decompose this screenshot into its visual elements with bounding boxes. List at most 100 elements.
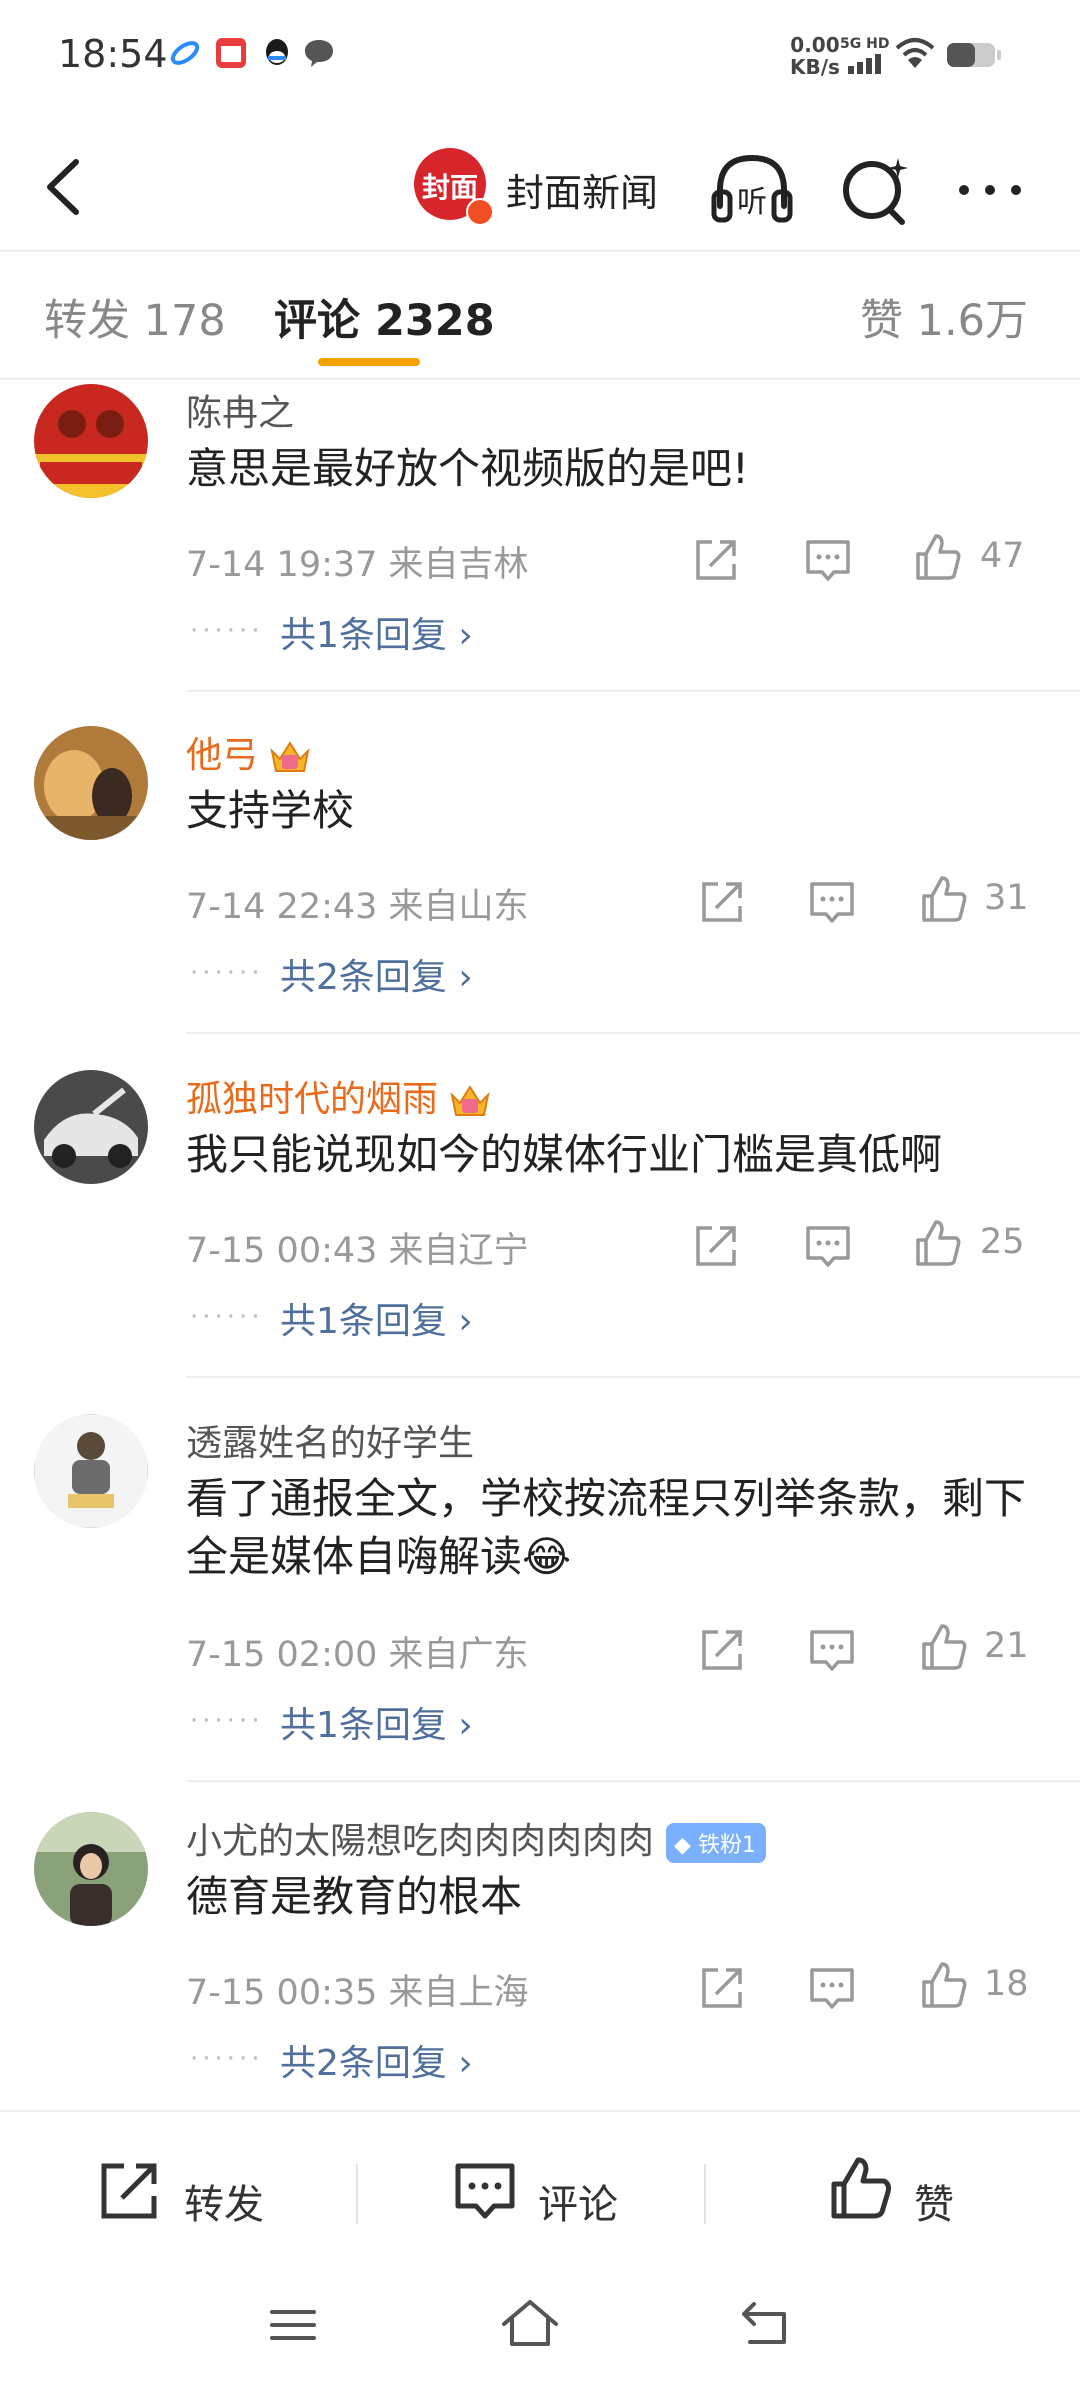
commenter-name-row: 他弓 [186, 726, 312, 778]
commenter-name[interactable]: 他弓 [186, 735, 258, 776]
browser-app-icon [170, 41, 200, 65]
divider [186, 1376, 1080, 1378]
divider [186, 1780, 1080, 1782]
menu-icon[interactable] [268, 2300, 318, 2350]
bottom-action-bar: 转发 评论 赞 [0, 2110, 1080, 2282]
fan-badge: ◆ 铁粉1 [666, 1823, 766, 1863]
comment-meta: 7-15 00:43 来自辽宁 [186, 1231, 529, 1271]
reply-dots: ······ [190, 1706, 264, 1736]
tab-likes[interactable]: 赞 1.6万 [860, 286, 1028, 348]
system-nav-bar [0, 2280, 1080, 2400]
like-icon[interactable] [918, 1622, 970, 1674]
wifi-icon [895, 38, 935, 68]
view-replies-link[interactable]: 共1条回复 › [280, 1696, 473, 1748]
account-name[interactable]: 封面新闻 [506, 162, 658, 217]
divider [186, 690, 1080, 692]
back-icon[interactable] [32, 152, 102, 222]
home-icon[interactable] [500, 2296, 560, 2352]
comment-button[interactable]: 评论 [450, 2152, 650, 2232]
network-speed: 0.00 KB/s [790, 34, 840, 78]
vip-crown-icon [270, 741, 310, 772]
avatar[interactable] [34, 1070, 148, 1184]
like-icon[interactable] [918, 874, 970, 926]
like-icon [831, 2157, 891, 2219]
network-type: 5G HD [840, 36, 890, 52]
repost-button[interactable]: 转发 [94, 2152, 294, 2232]
commenter-name[interactable]: 透露姓名的好学生 [186, 1414, 474, 1466]
comment-icon[interactable] [806, 1624, 858, 1676]
tab-comments[interactable]: 评论 2328 [274, 286, 495, 348]
repost-label: 转发 [184, 2182, 264, 2228]
like-count: 31 [984, 878, 1029, 918]
view-replies-link[interactable]: 共2条回复 › [280, 948, 473, 1000]
more-icon[interactable] [950, 160, 1030, 220]
like-count: 18 [984, 1964, 1029, 2004]
avatar[interactable] [34, 384, 148, 498]
share-icon[interactable] [696, 1962, 748, 2014]
comment-label: 评论 [538, 2182, 618, 2228]
avatar[interactable] [34, 726, 148, 840]
divider [186, 1032, 1080, 1034]
comment-icon[interactable] [806, 1962, 858, 2014]
comment-icon[interactable] [802, 1220, 854, 1272]
reply-dots: ······ [190, 2044, 264, 2074]
qq-app-icon [266, 39, 288, 65]
separator [356, 2164, 358, 2224]
comment-item: 孤独时代的烟雨 我只能说现如今的媒体行业门槛是真低啊 7-15 00:43 来自… [0, 1070, 1080, 1380]
message-app-icon [305, 40, 333, 67]
share-icon[interactable] [690, 1220, 742, 1272]
view-replies-link[interactable]: 共2条回复 › [280, 2034, 473, 2086]
comment-item: 陈冉之 意思是最好放个视频版的是吧! 7-14 19:37 来自吉林 47 ··… [0, 384, 1080, 694]
comment-text: 看了通报全文，学校按流程只列举条款，剩下全是媒体自嗨解读😂 [186, 1474, 1027, 1581]
share-icon[interactable] [690, 534, 742, 586]
battery-icon [947, 43, 1001, 67]
tab-repost[interactable]: 转发 178 [44, 286, 226, 348]
avatar[interactable] [34, 1812, 148, 1926]
comment-icon [455, 2163, 515, 2219]
calendar-app-icon [216, 38, 246, 68]
reply-dots: ······ [190, 958, 264, 988]
like-count: 25 [980, 1222, 1025, 1262]
commenter-name[interactable]: 陈冉之 [186, 384, 294, 436]
net-speed-value: 0.00 [790, 33, 840, 57]
comment-item: 透露姓名的好学生 看了通报全文，学校按流程只列举条款，剩下全是媒体自嗨解读😂 7… [0, 1414, 1080, 1784]
like-icon[interactable] [912, 1218, 964, 1270]
share-icon[interactable] [696, 876, 748, 928]
commenter-name[interactable]: 小尤的太陽想吃肉肉肉肉肉肉 [186, 1821, 654, 1862]
net-speed-unit: KB/s [790, 55, 840, 79]
comment-meta: 7-15 00:35 来自上海 [186, 1973, 529, 2013]
listen-label: 听 [737, 185, 767, 220]
comment-text: 意思是最好放个视频版的是吧! [186, 444, 749, 493]
like-button[interactable]: 赞 [826, 2152, 986, 2232]
share-icon[interactable] [696, 1624, 748, 1676]
comment-tabs: 转发 178 评论 2328 赞 1.6万 [0, 252, 1080, 380]
comment-icon[interactable] [806, 876, 858, 928]
signal-icon [848, 54, 881, 74]
comment-meta: 7-14 22:43 来自山东 [186, 887, 529, 927]
fan-badge-label: 铁粉1 [697, 1833, 756, 1858]
listen-icon[interactable]: 听 [710, 150, 794, 228]
commenter-name[interactable]: 孤独时代的烟雨 [186, 1079, 438, 1120]
like-icon[interactable] [912, 532, 964, 584]
like-icon[interactable] [918, 1960, 970, 2012]
comment-meta: 7-15 02:00 来自广东 [186, 1635, 529, 1675]
active-tab-indicator [318, 358, 420, 366]
header: 封面 封面新闻 听 [0, 130, 1080, 252]
comment-item: 他弓 支持学校 7-14 22:43 来自山东 31 ······ 共2条回复 … [0, 726, 1080, 1036]
view-replies-link[interactable]: 共1条回复 › [280, 606, 473, 658]
avatar[interactable] [34, 1414, 148, 1528]
status-time: 18:54 [58, 32, 168, 76]
vip-crown-icon [450, 1085, 490, 1116]
comment-text: 支持学校 [186, 786, 355, 835]
search-icon[interactable] [836, 150, 916, 230]
separator [704, 2164, 706, 2224]
status-bar: 18:54 0.00 KB/s 5G HD [0, 0, 1080, 110]
view-replies-link[interactable]: 共1条回复 › [280, 1292, 473, 1344]
commenter-name-row: 孤独时代的烟雨 [186, 1070, 492, 1122]
comment-icon[interactable] [802, 534, 854, 586]
like-count: 47 [980, 536, 1025, 576]
comment-text: 德育是教育的根本 [186, 1872, 523, 1921]
share-icon [101, 2163, 157, 2219]
like-count: 21 [984, 1626, 1029, 1666]
return-icon[interactable] [736, 2298, 792, 2350]
